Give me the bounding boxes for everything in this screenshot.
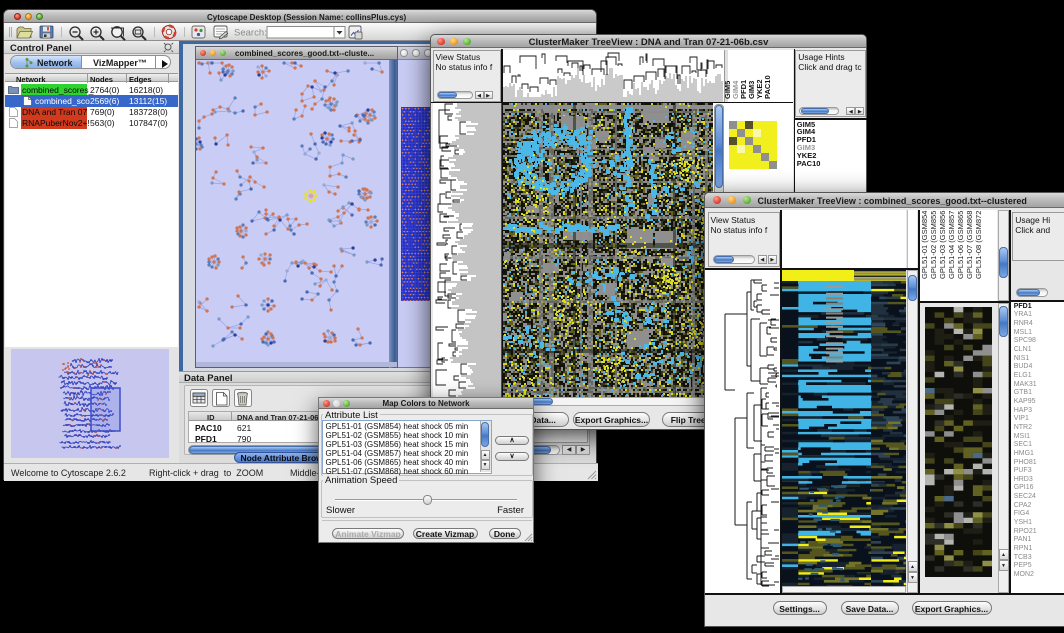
svg-text:Search:: Search: bbox=[234, 28, 267, 39]
